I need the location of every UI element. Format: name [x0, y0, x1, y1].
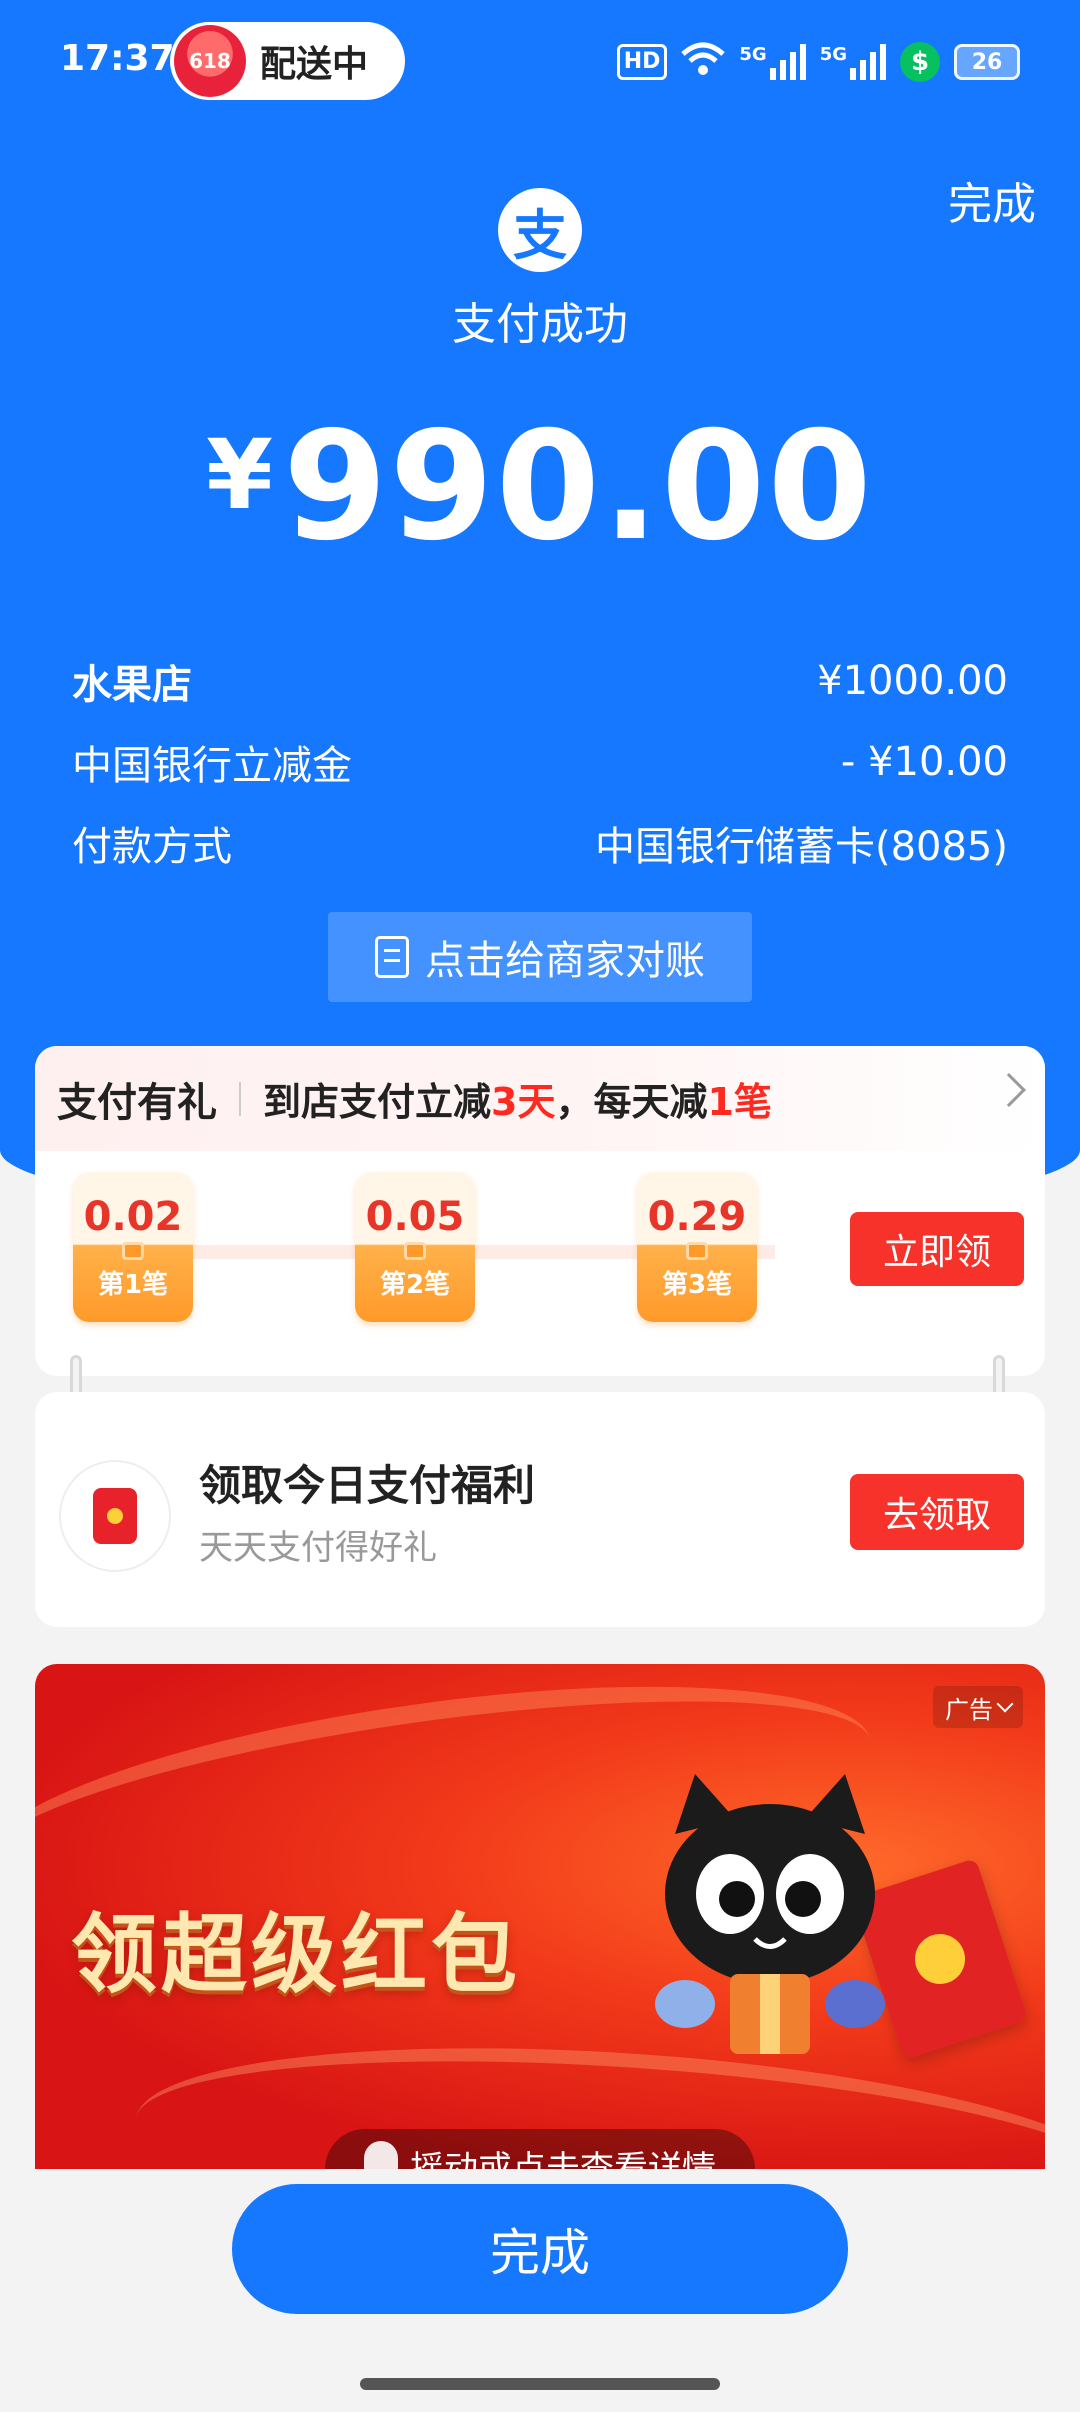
header-background	[0, 0, 1080, 1220]
chevron-right-icon[interactable]	[992, 1073, 1026, 1107]
status-icons: HD 5G 5G $ 26	[616, 38, 1020, 86]
delivery-status-text: 配送中	[260, 44, 369, 85]
divider	[239, 1081, 241, 1116]
header-done-button[interactable]: 完成	[948, 168, 1036, 232]
welfare-subtitle: 天天支付得好礼	[199, 1528, 437, 1568]
ad-banner[interactable]: 广告 领超级红包 摇动或点击查看详情	[35, 1664, 1045, 2169]
reward-desc-prefix: 到店支付立减	[263, 1080, 492, 1124]
wifi-icon	[681, 42, 726, 82]
lock-icon	[122, 1242, 144, 1260]
reward-description: 到店支付立减3天，每天减1笔	[263, 1071, 772, 1126]
document-icon	[375, 936, 409, 978]
signal-5g-icon-1: 5G	[739, 44, 806, 80]
payment-method-label: 付款方式	[72, 824, 232, 870]
done-button[interactable]: 完成	[232, 2184, 848, 2314]
coupon-value: 0.05	[365, 1194, 465, 1240]
payment-amount: ¥990.00	[0, 400, 1080, 574]
tmall-cat-mascot-icon	[655, 1774, 885, 2054]
chevron-down-icon	[996, 1695, 1014, 1713]
reward-title: 支付有礼	[57, 1079, 217, 1126]
payment-dollar-icon: $	[900, 42, 940, 82]
hd-voice-icon: HD	[616, 44, 668, 80]
detail-row-discount: 中国银行立减金 - ¥10.00	[72, 732, 1008, 792]
coupon-label: 第2笔	[379, 1270, 451, 1300]
battery-icon: 26	[954, 44, 1020, 80]
ad-shake-hint[interactable]: 摇动或点击查看详情	[325, 2129, 755, 2169]
status-time: 17:37	[60, 38, 175, 79]
payment-reward-card[interactable]: 支付有礼 到店支付立减3天，每天减1笔 0.02 第1笔 0.05 第2笔 0.…	[35, 1046, 1045, 1376]
coupon-value: 0.02	[83, 1194, 183, 1240]
claim-now-button[interactable]: 立即领	[850, 1212, 1024, 1286]
delivery-status-pill[interactable]: 618 配送中	[170, 22, 405, 100]
reward-desc-count: 1笔	[707, 1080, 772, 1124]
network-type-label: 5G	[739, 44, 767, 65]
reward-desc-days: 3天	[491, 1080, 556, 1124]
delivery-618-icon: 618	[174, 25, 246, 97]
coupon-label: 第1笔	[97, 1270, 169, 1300]
payment-method-value: 中国银行储蓄卡(8085)	[594, 824, 1008, 870]
original-price: ¥1000.00	[817, 658, 1008, 704]
status-bar: 17:37 618 配送中 HD 5G 5G $ 26	[0, 0, 1080, 125]
ad-shake-hint-text: 摇动或点击查看详情	[410, 2149, 716, 2169]
lock-icon	[686, 1242, 708, 1260]
payment-success-title: 支付成功	[452, 299, 628, 350]
welfare-title: 领取今日支付福利	[199, 1461, 536, 1510]
discount-value: - ¥10.00	[840, 739, 1008, 785]
network-type-label: 5G	[819, 44, 847, 65]
daily-welfare-card[interactable]: 领取今日支付福利 天天支付得好礼 去领取	[35, 1392, 1045, 1627]
detail-row-payment-method: 付款方式 中国银行储蓄卡(8085)	[72, 813, 1008, 873]
coupon-3: 0.29 第3笔	[637, 1172, 757, 1322]
hand-tap-icon	[364, 2141, 398, 2169]
detail-row-merchant: 水果店 ¥1000.00	[72, 651, 1008, 711]
coupon-label: 第3笔	[661, 1270, 733, 1300]
ad-tag[interactable]: 广告	[933, 1686, 1023, 1728]
merchant-name: 水果店	[72, 662, 192, 708]
coupon-1: 0.02 第1笔	[73, 1172, 193, 1322]
reward-desc-mid: ，每天减	[555, 1080, 708, 1124]
alipay-logo-icon: 支	[498, 188, 582, 272]
coupon-2: 0.05 第2笔	[355, 1172, 475, 1322]
ad-headline: 领超级红包	[71, 1905, 521, 2005]
reconcile-button-label: 点击给商家对账	[425, 938, 705, 984]
amount-value: 990.00	[282, 400, 874, 574]
lock-icon	[404, 1242, 426, 1260]
red-envelope-icon	[93, 1488, 137, 1544]
reconcile-button[interactable]: 点击给商家对账	[328, 912, 752, 1002]
home-indicator[interactable]	[360, 2378, 720, 2390]
currency-symbol: ¥	[206, 419, 273, 531]
red-envelope-mascot-icon	[59, 1460, 171, 1572]
ad-tag-label: 广告	[945, 1695, 993, 1724]
discount-label: 中国银行立减金	[72, 743, 352, 789]
signal-5g-icon-2: 5G	[820, 44, 886, 80]
go-claim-button[interactable]: 去领取	[850, 1474, 1024, 1550]
reward-card-header[interactable]: 支付有礼 到店支付立减3天，每天减1笔	[35, 1046, 1045, 1151]
coupon-value: 0.29	[647, 1194, 747, 1240]
